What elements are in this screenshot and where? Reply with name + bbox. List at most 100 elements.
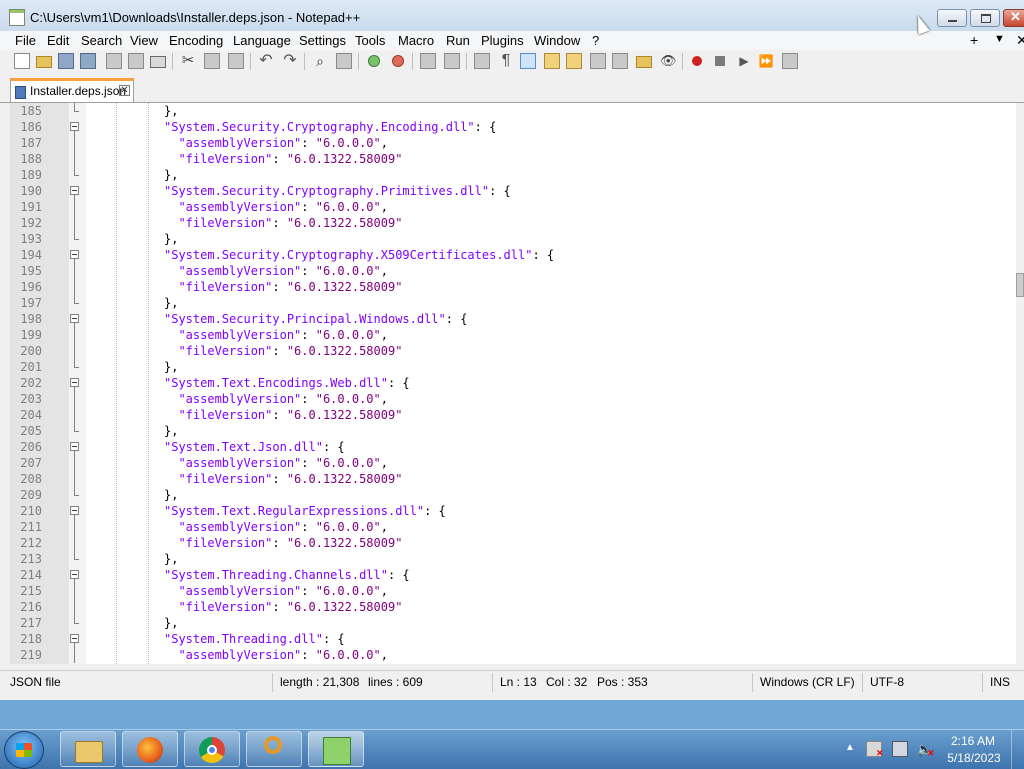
menu-macro[interactable]: Macro: [398, 33, 434, 48]
clock-time[interactable]: 2:16 AM: [950, 734, 996, 748]
close-button[interactable]: [1003, 9, 1024, 27]
menu-edit[interactable]: Edit: [47, 33, 69, 48]
code-line[interactable]: "fileVersion": "6.0.1322.58009": [164, 343, 402, 359]
scrollbar-thumb[interactable]: [1016, 273, 1024, 297]
taskbar-notepadpp[interactable]: [308, 731, 364, 767]
open-file-icon[interactable]: [36, 56, 52, 68]
menu-language[interactable]: Language: [233, 33, 291, 48]
menu-plugins[interactable]: Plugins: [481, 33, 524, 48]
code-line[interactable]: "fileVersion": "6.0.1322.58009": [164, 471, 402, 487]
code-line[interactable]: "assemblyVersion": "6.0.0.0",: [164, 263, 388, 279]
taskbar-search[interactable]: [246, 731, 302, 767]
code-line[interactable]: "assemblyVersion": "6.0.0.0",: [164, 199, 388, 215]
fold-toggle-icon[interactable]: [70, 634, 79, 643]
print-icon[interactable]: [150, 56, 166, 68]
record-macro-icon[interactable]: [692, 56, 702, 66]
code-line[interactable]: "System.Text.Json.dll": {: [164, 439, 345, 455]
fold-toggle-icon[interactable]: [70, 570, 79, 579]
indent-guide-icon[interactable]: [520, 53, 536, 69]
code-line[interactable]: "System.Security.Cryptography.Encoding.d…: [164, 119, 496, 135]
fold-toggle-icon[interactable]: [70, 442, 79, 451]
redo-icon[interactable]: ↷: [282, 53, 298, 69]
fold-toggle-icon[interactable]: [70, 122, 79, 131]
replace-icon[interactable]: [336, 53, 352, 69]
menu-view[interactable]: View: [130, 33, 158, 48]
menu-file[interactable]: File: [15, 33, 36, 48]
code-line[interactable]: },: [164, 551, 178, 567]
code-line[interactable]: "assemblyVersion": "6.0.0.0",: [164, 647, 388, 663]
tab-installer-deps-json[interactable]: Installer.deps.json ✕: [10, 78, 134, 102]
close-doc-icon[interactable]: ✕: [1016, 32, 1024, 49]
copy-icon[interactable]: [204, 53, 220, 69]
clock-date[interactable]: 5/18/2023: [946, 751, 1002, 765]
word-wrap-icon[interactable]: [474, 53, 490, 69]
menu-help[interactable]: ?: [592, 33, 599, 48]
minimize-button[interactable]: [937, 9, 967, 27]
code-line[interactable]: },: [164, 103, 178, 119]
folder-workspace-icon[interactable]: [636, 56, 652, 68]
save-icon[interactable]: [58, 53, 74, 69]
vertical-scrollbar[interactable]: [1016, 103, 1024, 664]
doc-list-icon[interactable]: [590, 53, 606, 69]
play-macro-icon[interactable]: ▶: [736, 53, 752, 69]
network-icon[interactable]: [892, 741, 908, 757]
menu-settings[interactable]: Settings: [299, 33, 346, 48]
cut-icon[interactable]: ✂: [180, 53, 196, 69]
code-line[interactable]: "assemblyVersion": "6.0.0.0",: [164, 135, 388, 151]
code-line[interactable]: "System.Threading.Channels.dll": {: [164, 567, 410, 583]
new-file-icon[interactable]: [14, 53, 30, 69]
code-line[interactable]: "System.Threading.dll": {: [164, 631, 345, 647]
stop-record-icon[interactable]: [715, 56, 725, 66]
code-line[interactable]: "assemblyVersion": "6.0.0.0",: [164, 519, 388, 535]
start-button[interactable]: [4, 731, 44, 769]
save-macro-icon[interactable]: [782, 53, 798, 69]
menu-search[interactable]: Search: [81, 33, 122, 48]
code-line[interactable]: },: [164, 167, 178, 183]
fold-toggle-icon[interactable]: [70, 186, 79, 195]
code-line[interactable]: },: [164, 487, 178, 503]
fold-toggle-icon[interactable]: [70, 506, 79, 515]
editor-area[interactable]: 185}, 186 "System.Security.Cryptography.En…: [10, 103, 1016, 664]
code-line[interactable]: "assemblyVersion": "6.0.0.0",: [164, 327, 388, 343]
menu-run[interactable]: Run: [446, 33, 470, 48]
close-all-icon[interactable]: [128, 53, 144, 69]
code-line[interactable]: },: [164, 359, 178, 375]
taskbar-explorer[interactable]: [60, 731, 116, 767]
save-all-icon[interactable]: [80, 53, 96, 69]
find-icon[interactable]: ⌕: [312, 53, 328, 69]
paste-icon[interactable]: [228, 53, 244, 69]
menu-encoding[interactable]: Encoding: [169, 33, 223, 48]
show-all-chars-icon[interactable]: ¶: [498, 53, 514, 69]
code-line[interactable]: "System.Security.Cryptography.X509Certif…: [164, 247, 554, 263]
code-line[interactable]: "fileVersion": "6.0.1322.58009": [164, 215, 402, 231]
code-line[interactable]: },: [164, 295, 178, 311]
code-line[interactable]: "System.Security.Cryptography.Primitives…: [164, 183, 511, 199]
new-tab-plus-icon[interactable]: +: [970, 32, 978, 48]
sync-vertical-icon[interactable]: [420, 53, 436, 69]
run-macro-multiple-icon[interactable]: ⏩: [758, 53, 774, 69]
code-line[interactable]: "System.Text.Encodings.Web.dll": {: [164, 375, 410, 391]
code-line[interactable]: "fileVersion": "6.0.1322.58009": [164, 535, 402, 551]
tray-expand-icon[interactable]: ▲: [845, 742, 855, 753]
code-line[interactable]: "assemblyVersion": "6.0.0.0",: [164, 391, 388, 407]
fold-toggle-icon[interactable]: [70, 378, 79, 387]
code-line[interactable]: "fileVersion": "6.0.1322.58009": [164, 599, 402, 615]
code-line[interactable]: "fileVersion": "6.0.1322.58009": [164, 151, 402, 167]
close-file-icon[interactable]: [106, 53, 122, 69]
maximize-button[interactable]: [970, 9, 1000, 27]
code-line[interactable]: "assemblyVersion": "6.0.0.0",: [164, 455, 388, 471]
zoom-in-icon[interactable]: [368, 55, 380, 67]
code-line[interactable]: "System.Security.Principal.Windows.dll":…: [164, 311, 467, 327]
code-line[interactable]: },: [164, 231, 178, 247]
zoom-out-icon[interactable]: [392, 55, 404, 67]
menu-window[interactable]: Window: [534, 33, 580, 48]
tab-close-icon[interactable]: ✕: [119, 85, 130, 96]
code-line[interactable]: "fileVersion": "6.0.1322.58009": [164, 279, 402, 295]
fold-toggle-icon[interactable]: [70, 250, 79, 259]
taskbar-chrome[interactable]: [184, 731, 240, 767]
code-line[interactable]: "assemblyVersion": "6.0.0.0",: [164, 583, 388, 599]
function-list-icon[interactable]: [612, 53, 628, 69]
fold-toggle-icon[interactable]: [70, 314, 79, 323]
taskbar-firefox[interactable]: [122, 731, 178, 767]
monitoring-eye-icon[interactable]: 👁: [660, 53, 677, 69]
